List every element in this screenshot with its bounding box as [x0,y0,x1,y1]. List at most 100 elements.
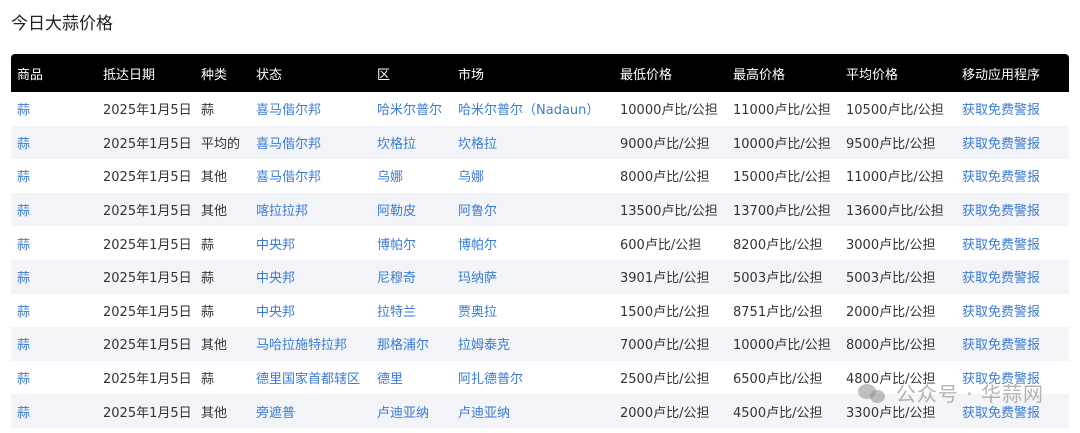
table-row: 蒜 2025年1月5日 其他 喀拉拉邦 阿勒皮 阿鲁尔 13500卢比/公担 13700卢比/… [11,192,1069,227]
header-market: 市场 [458,67,485,83]
district-link[interactable]: 坎格拉 [371,126,452,160]
variety: 蒜 [201,103,215,119]
state-link[interactable]: 德里国家首都辖区 [250,361,371,395]
header-variety: 种类 [201,67,228,83]
commodity-link[interactable]: 蒜 [11,126,97,160]
max-price: 11000卢比/公担 [733,103,831,119]
avg-price: 9500卢比/公担 [846,136,936,152]
min-price: 600卢比/公担 [620,237,702,253]
min-price: 2500卢比/公担 [620,372,710,388]
market-link[interactable]: 拉姆泰克 [452,327,614,361]
state-link[interactable]: 喜马偕尔邦 [250,159,371,193]
commodity-link[interactable]: 蒜 [11,159,97,193]
variety: 平均的 [201,136,241,152]
header-state: 状态 [256,67,283,83]
min-price: 10000卢比/公担 [620,103,718,119]
commodity-link[interactable]: 蒜 [11,294,97,328]
district-link[interactable]: 那格浦尔 [371,327,452,361]
avg-price: 13600卢比/公担 [846,204,944,220]
state-link[interactable]: 中央邦 [250,260,371,294]
free-alert-link[interactable]: 获取免费警报 [956,394,1069,428]
free-alert-link[interactable]: 获取免费警报 [956,327,1069,361]
variety: 其他 [201,338,228,354]
max-price: 15000卢比/公担 [733,170,831,186]
header-district: 区 [377,67,391,83]
district-link[interactable]: 卢迪亚纳 [371,394,452,428]
arrival-date: 2025年1月5日 [103,170,192,186]
header-max-price: 最高价格 [733,67,786,83]
min-price: 13500卢比/公担 [620,204,718,220]
district-link[interactable]: 尼穆奇 [371,260,452,294]
max-price: 10000卢比/公担 [733,338,831,354]
avg-price: 11000卢比/公担 [846,170,944,186]
table-row: 蒜 2025年1月5日蒜 德里国家首都辖区 德里 阿扎德普尔 2500卢比/公担 6500卢… [11,360,1069,395]
commodity-link[interactable]: 蒜 [11,92,97,126]
commodity-link[interactable]: 蒜 [11,260,97,294]
district-link[interactable]: 乌娜 [371,159,452,193]
max-price: 10000卢比/公担 [733,136,831,152]
market-link[interactable]: 博帕尔 [452,226,614,260]
header-arrival-date: 抵达日期 [103,67,156,83]
market-link[interactable]: 哈米尔普尔（Nadaun） [452,92,614,126]
market-link[interactable]: 贾奥拉 [452,294,614,328]
state-link[interactable]: 中央邦 [250,294,371,328]
price-table-container: 商品 抵达日期 种类 状态 区 市场 最低价格 最高价格 平均价格 移动应用程序 蒜 2025年1月… [11,54,1069,428]
table-row: 蒜 2025年1月5日蒜 中央邦 拉特兰 贾奥拉 1500卢比/公担 8751卢比/公担 20… [11,293,1069,328]
commodity-link[interactable]: 蒜 [11,193,97,227]
district-link[interactable]: 博帕尔 [371,226,452,260]
commodity-link[interactable]: 蒜 [11,394,97,428]
variety: 其他 [201,204,228,220]
state-link[interactable]: 喀拉拉邦 [250,193,371,227]
district-link[interactable]: 阿勒皮 [371,193,452,227]
table-row: 蒜 2025年1月5日 其他 喜马偕尔邦 乌娜 乌娜 8000卢比/公担 15000卢比/公担… [11,159,1069,193]
avg-price: 5003卢比/公担 [846,271,936,287]
min-price: 8000卢比/公担 [620,170,710,186]
free-alert-link[interactable]: 获取免费警报 [956,126,1069,160]
variety: 其他 [201,405,228,421]
arrival-date: 2025年1月5日 [103,405,192,421]
avg-price: 10500卢比/公担 [846,103,944,119]
table-row: 蒜 2025年1月5日 平均的 喜马偕尔邦 坎格拉 坎格拉 9000卢比/公担 10000卢比… [11,125,1069,160]
market-link[interactable]: 玛纳萨 [452,260,614,294]
state-link[interactable]: 马哈拉施特拉邦 [250,327,371,361]
table-row: 蒜 2025年1月5日 其他 旁遮普 卢迪亚纳 卢迪亚纳 2000卢比/公担 4500卢比/公… [11,394,1069,428]
arrival-date: 2025年1月5日 [103,372,192,388]
arrival-date: 2025年1月5日 [103,103,192,119]
free-alert-link[interactable]: 获取免费警报 [956,92,1069,126]
market-link[interactable]: 坎格拉 [452,126,614,160]
arrival-date: 2025年1月5日 [103,304,192,320]
free-alert-link[interactable]: 获取免费警报 [956,226,1069,260]
market-link[interactable]: 阿扎德普尔 [452,361,614,395]
variety: 蒜 [201,372,215,388]
free-alert-link[interactable]: 获取免费警报 [956,159,1069,193]
free-alert-link[interactable]: 获取免费警报 [956,361,1069,395]
state-link[interactable]: 喜马偕尔邦 [250,92,371,126]
state-link[interactable]: 喜马偕尔邦 [250,126,371,160]
avg-price: 3300卢比/公担 [846,405,936,421]
state-link[interactable]: 中央邦 [250,226,371,260]
market-link[interactable]: 卢迪亚纳 [452,394,614,428]
arrival-date: 2025年1月5日 [103,204,192,220]
free-alert-link[interactable]: 获取免费警报 [956,260,1069,294]
variety: 蒜 [201,271,215,287]
table-body: 蒜 2025年1月5日蒜喜马偕尔邦 哈米尔普尔 哈米尔普尔（Nadaun） 10000卢… [11,92,1069,428]
commodity-link[interactable]: 蒜 [11,361,97,395]
free-alert-link[interactable]: 获取免费警报 [956,193,1069,227]
max-price: 8751卢比/公担 [733,304,823,320]
arrival-date: 2025年1月5日 [103,237,192,253]
free-alert-link[interactable]: 获取免费警报 [956,294,1069,328]
market-link[interactable]: 乌娜 [452,159,614,193]
district-link[interactable]: 哈米尔普尔 [371,92,452,126]
table-row: 蒜 2025年1月5日蒜 喜马偕尔邦 哈米尔普尔 哈米尔普尔（Nadaun） 10000卢… [11,92,1069,126]
district-link[interactable]: 拉特兰 [371,294,452,328]
district-link[interactable]: 德里 [371,361,452,395]
price-table: 商品 抵达日期 种类 状态 区 市场 最低价格 最高价格 平均价格 移动应用程序 蒜 2025年1月… [11,54,1069,428]
variety: 其他 [201,170,228,186]
max-price: 13700卢比/公担 [733,204,831,220]
table-row: 蒜 2025年1月5日 其他 马哈拉施特拉邦 那格浦尔 拉姆泰克 7000卢比/公担 1000… [11,327,1069,361]
commodity-link[interactable]: 蒜 [11,226,97,260]
commodity-link[interactable]: 蒜 [11,327,97,361]
market-link[interactable]: 阿鲁尔 [452,193,614,227]
max-price: 5003卢比/公担 [733,271,823,287]
state-link[interactable]: 旁遮普 [250,394,371,428]
